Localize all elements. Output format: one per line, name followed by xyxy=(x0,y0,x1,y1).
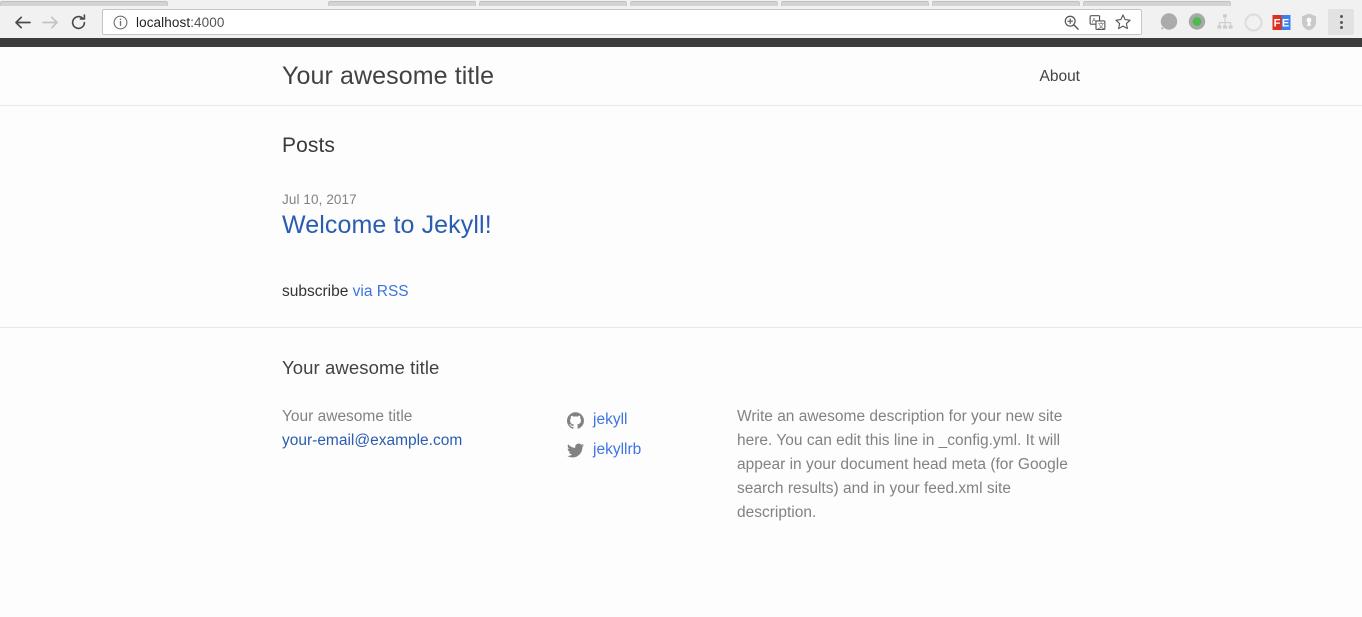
browser-chrome: localhost:4000 A 文 F E xyxy=(0,0,1362,47)
tab-stub[interactable] xyxy=(932,1,1080,6)
zoom-icon[interactable] xyxy=(1059,10,1083,34)
tab-stub[interactable] xyxy=(1083,1,1231,6)
twitter-link[interactable]: jekyllrb xyxy=(593,441,641,459)
contact-email-item: your-email@example.com xyxy=(282,429,567,453)
site-title-link[interactable]: Your awesome title xyxy=(282,62,494,91)
tab-stub[interactable] xyxy=(328,1,476,6)
chrome-shadow-bar xyxy=(0,38,1362,47)
github-link[interactable]: jekyll xyxy=(593,411,627,429)
tab-stub[interactable] xyxy=(171,1,325,6)
social-item-twitter: jekyllrb xyxy=(567,435,737,465)
contact-list: Your awesome title your-email@example.co… xyxy=(282,405,567,453)
shield-extension-icon[interactable] xyxy=(1296,9,1322,35)
site-nav: About xyxy=(1039,68,1080,86)
post-list-item: Jul 10, 2017 Welcome to Jekyll! xyxy=(282,192,1080,240)
post-list: Jul 10, 2017 Welcome to Jekyll! xyxy=(282,192,1080,240)
rss-subscribe: subscribe via RSS xyxy=(282,283,1080,301)
svg-text:文: 文 xyxy=(1097,20,1104,29)
footer-contact-column: Your awesome title your-email@example.co… xyxy=(282,405,567,525)
fe-extension-icon[interactable]: F E xyxy=(1268,9,1294,35)
tab-stub[interactable] xyxy=(630,1,778,6)
svg-text:E: E xyxy=(1281,17,1288,29)
info-circle-icon[interactable] xyxy=(113,15,128,30)
bookmark-star-icon[interactable] xyxy=(1111,10,1135,34)
nav-link-about[interactable]: About xyxy=(1039,68,1080,85)
circle-outline-extension-icon[interactable] xyxy=(1240,9,1266,35)
url-text[interactable]: localhost:4000 xyxy=(136,15,1059,30)
menu-dot xyxy=(1339,20,1343,24)
tab-stub[interactable] xyxy=(0,1,168,6)
social-item-github: jekyll xyxy=(567,405,737,435)
contact-email-link[interactable]: your-email@example.com xyxy=(282,432,462,449)
forward-button xyxy=(36,8,64,36)
tab-stub[interactable] xyxy=(781,1,929,6)
tab-strip xyxy=(0,0,1362,6)
browser-toolbar: localhost:4000 A 文 F E xyxy=(0,6,1362,38)
web-page: Your awesome title About Posts Jul 10, 2… xyxy=(0,47,1362,617)
footer-heading: Your awesome title xyxy=(282,357,440,378)
tab-stub[interactable] xyxy=(479,1,627,6)
svg-text:F: F xyxy=(1273,17,1280,29)
reload-button[interactable] xyxy=(64,8,92,36)
footer-description: Write an awesome description for your ne… xyxy=(737,408,1068,521)
translate-icon[interactable]: A 文 xyxy=(1085,10,1109,34)
rss-subscribe-prefix: subscribe xyxy=(282,283,353,300)
page-content: Posts Jul 10, 2017 Welcome to Jekyll! su… xyxy=(0,106,1362,327)
github-icon xyxy=(567,411,584,429)
menu-dot xyxy=(1339,26,1343,29)
footer-columns: Your awesome title your-email@example.co… xyxy=(282,405,1080,525)
posts-heading: Posts xyxy=(282,134,336,157)
url-port: :4000 xyxy=(190,14,225,30)
extension-icons: F E xyxy=(1148,9,1354,35)
post-date: Jul 10, 2017 xyxy=(282,192,357,207)
site-footer: Your awesome title Your awesome title yo… xyxy=(0,327,1362,525)
social-list: jekyll jekyllrb xyxy=(567,405,737,465)
footer-description-column: Write an awesome description for your ne… xyxy=(737,405,1080,525)
twitter-icon xyxy=(567,442,584,459)
gray-circle-extension-icon[interactable] xyxy=(1156,9,1182,35)
footer-social-column: jekyll jekyllrb xyxy=(567,405,737,525)
chrome-menu-button[interactable] xyxy=(1328,9,1354,35)
sitemap-extension-icon[interactable] xyxy=(1212,9,1238,35)
address-bar[interactable]: localhost:4000 A 文 xyxy=(102,9,1142,35)
menu-dot xyxy=(1339,15,1343,18)
site-header: Your awesome title About xyxy=(0,47,1362,106)
contact-name: Your awesome title xyxy=(282,408,413,425)
post-title-link[interactable]: Welcome to Jekyll! xyxy=(282,211,1080,240)
green-dot-extension-icon[interactable] xyxy=(1184,9,1210,35)
omnibox-actions: A 文 xyxy=(1059,10,1135,34)
back-button[interactable] xyxy=(8,8,36,36)
url-host: localhost xyxy=(136,14,191,30)
rss-link[interactable]: via RSS xyxy=(353,283,409,300)
